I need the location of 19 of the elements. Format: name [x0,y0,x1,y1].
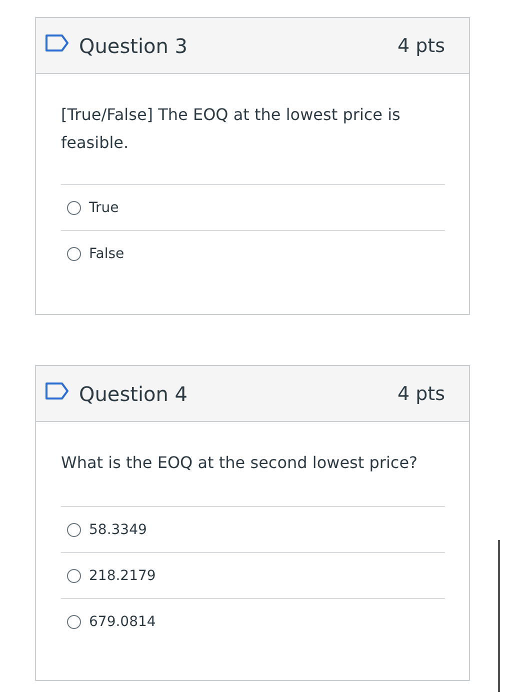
question-title: Question 4 [79,382,189,406]
radio-button[interactable] [67,614,81,628]
radio-button[interactable] [67,522,81,536]
radio-button[interactable] [67,568,81,582]
radio-button[interactable] [67,200,81,214]
points-label: 4 pts [397,382,445,404]
question-text: What is the EOQ at the second lowest price? [61,452,419,474]
scrollbar[interactable] [498,540,500,692]
answer-label[interactable]: 58.3349 [89,522,147,538]
question-title: Question 3 [79,34,189,58]
answer-label[interactable]: False [89,246,124,262]
bookmark-icon [45,34,69,52]
question-text: [True/False] The EOQ at the lowest price is feasible. [61,104,402,154]
answer-label[interactable]: 679.0814 [89,614,156,630]
answer-label[interactable]: 218.2179 [89,568,156,584]
points-label: 4 pts [397,34,445,56]
bookmark-icon [45,382,69,400]
radio-button[interactable] [67,246,81,260]
answer-label[interactable]: True [89,200,119,216]
